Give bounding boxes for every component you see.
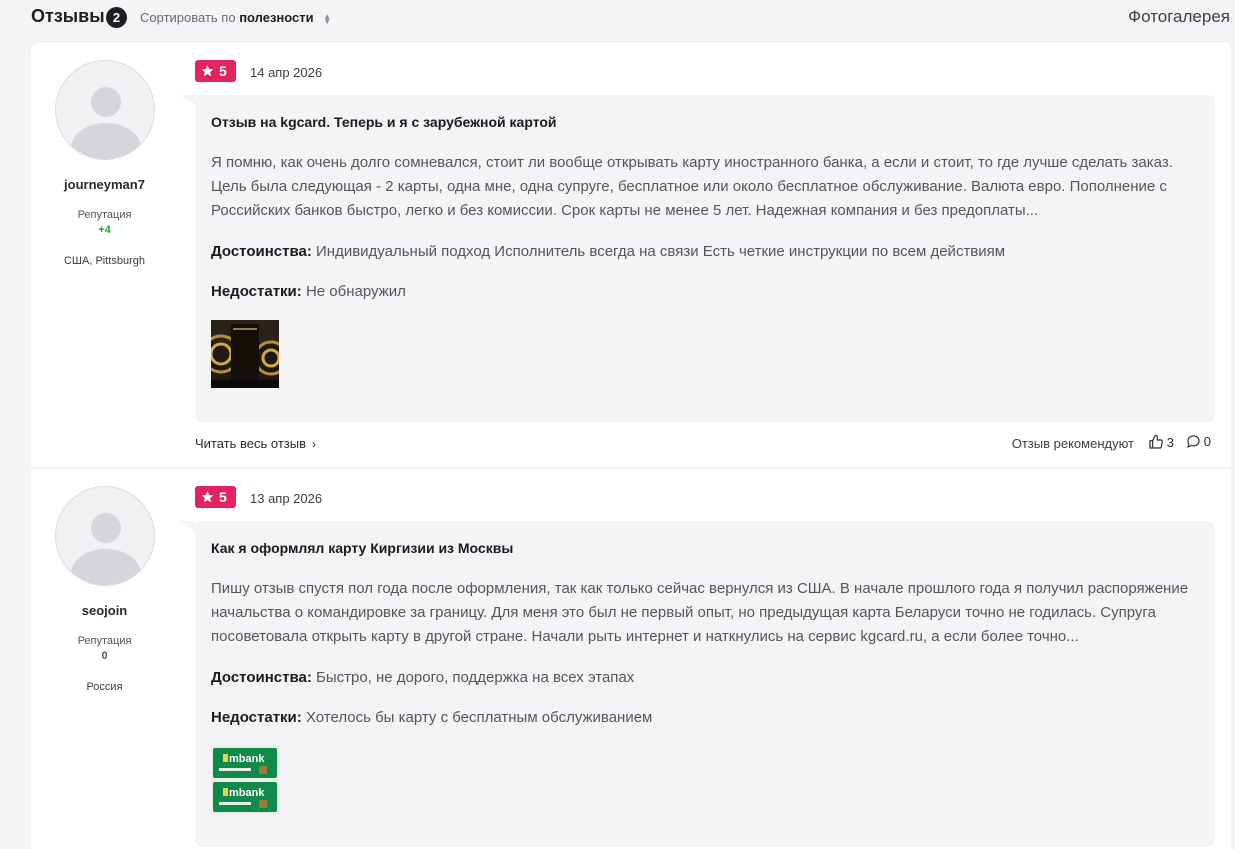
comment-icon bbox=[1187, 435, 1200, 448]
rating-badge: 5 bbox=[195, 486, 236, 508]
cons-text: Хотелось бы карту с бесплатным обслужива… bbox=[305, 709, 653, 726]
reputation-label: Репутация bbox=[77, 209, 132, 221]
comments-button[interactable]: 0 bbox=[1186, 434, 1211, 449]
pros-text: Индивидуальный подход Исполнитель всегда… bbox=[316, 243, 1006, 260]
star-icon bbox=[201, 65, 214, 77]
review-date: 13 апр 2026 bbox=[250, 491, 323, 506]
reviews-count-badge: 2 bbox=[106, 7, 127, 28]
rating-badge: 5 bbox=[195, 60, 236, 82]
review-cons: Недостатки: Хотелось бы карту с бесплатн… bbox=[211, 708, 1199, 728]
reviews-header: Отзывы 2 Сортировать по полезности ▲ ▼ Фо… bbox=[0, 0, 1235, 36]
cons-label: Недостатки: bbox=[211, 709, 302, 726]
photo-gallery-link[interactable]: Фотогалерея bbox=[1128, 7, 1230, 27]
pros-label: Достоинства: bbox=[211, 243, 312, 260]
review-title[interactable]: Как я оформлял карту Киргизии из Москвы bbox=[211, 539, 1199, 557]
star-icon bbox=[201, 491, 214, 503]
sort-value: полезности bbox=[239, 10, 314, 25]
chevron-right-icon: › bbox=[312, 437, 317, 451]
pros-text: Быстро, не дорого, поддержка на всех эта… bbox=[316, 669, 635, 686]
sort-icon: ▲ ▼ bbox=[323, 11, 332, 26]
avatar-placeholder-icon[interactable] bbox=[55, 60, 155, 160]
read-more-label: Читать весь отзыв bbox=[195, 436, 307, 451]
recommend-label: Отзыв рекомендуют bbox=[1011, 436, 1134, 451]
comment-count: 0 bbox=[1203, 434, 1211, 449]
sort-dropdown[interactable]: Сортировать по полезности ▲ ▼ bbox=[140, 10, 331, 25]
review-photo-thumbnail[interactable]: mbank mbank bbox=[211, 746, 279, 814]
review-card: journeyman7 Репутация +4 США, Pittsburgh… bbox=[31, 43, 1231, 467]
svg-text:mbank: mbank bbox=[229, 753, 265, 765]
review-text: Я помню, как очень долго сомневался, сто… bbox=[211, 154, 1173, 219]
author-location: Россия bbox=[86, 681, 123, 693]
reputation-value: +4 bbox=[98, 224, 111, 236]
review-pros: Достоинства: Индивидуальный подход Испол… bbox=[211, 242, 1199, 262]
review-content: Как я оформлял карту Киргизии из Москвы … bbox=[180, 521, 1215, 847]
cons-label: Недостатки: bbox=[211, 283, 302, 300]
review-cons: Недостатки: Не обнаружил bbox=[211, 282, 1199, 302]
cons-text: Не обнаружил bbox=[305, 283, 406, 300]
like-button[interactable]: 3 bbox=[1148, 434, 1174, 450]
reputation-label: Репутация bbox=[77, 635, 132, 647]
read-full-review-link[interactable]: Читать весь отзыв › bbox=[195, 436, 316, 451]
author-location: США, Pittsburgh bbox=[63, 255, 145, 267]
author-username[interactable]: seojoin bbox=[31, 603, 178, 618]
rating-value: 5 bbox=[219, 63, 227, 79]
review-date: 14 апр 2026 bbox=[250, 65, 323, 80]
sort-label: Сортировать по bbox=[140, 10, 236, 25]
review-card: seojoin Репутация 0 Россия 5 13 апр 2026… bbox=[31, 469, 1231, 849]
review-content: Отзыв на kgcard. Теперь и я с зарубежной… bbox=[180, 95, 1215, 422]
reputation-value: 0 bbox=[101, 650, 108, 662]
review-title[interactable]: Отзыв на kgcard. Теперь и я с зарубежной… bbox=[211, 113, 1199, 131]
review-footer: Читать весь отзыв › Отзыв рекомендуют 3 0 bbox=[195, 434, 1215, 454]
reviews-title: Отзывы bbox=[31, 6, 105, 26]
avatar-placeholder-icon[interactable] bbox=[55, 486, 155, 586]
review-pros: Достоинства: Быстро, не дорого, поддержк… bbox=[211, 668, 1199, 688]
review-photo-thumbnail[interactable] bbox=[211, 320, 279, 388]
review-text: Пишу отзыв спустя пол года после оформле… bbox=[211, 580, 1189, 645]
rating-value: 5 bbox=[219, 489, 227, 505]
author-username[interactable]: journeyman7 bbox=[31, 177, 178, 192]
svg-text:mbank: mbank bbox=[229, 787, 265, 799]
like-count: 3 bbox=[1166, 434, 1174, 450]
pros-label: Достоинства: bbox=[211, 669, 312, 686]
thumbs-up-icon bbox=[1149, 434, 1163, 449]
